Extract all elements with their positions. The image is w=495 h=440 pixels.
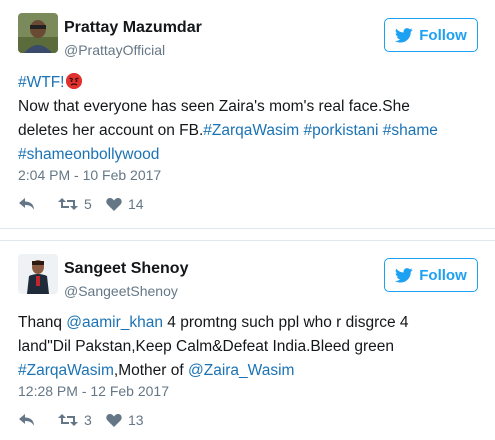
reply-icon [19, 414, 34, 426]
follow-label: Follow [419, 26, 467, 44]
retweet-count: 3 [84, 412, 92, 428]
text-segment: 4 promtng such ppl who r disgrce 4 [163, 314, 409, 331]
reply-button[interactable] [18, 197, 58, 211]
twitter-bird-icon [395, 267, 413, 283]
hashtag-link[interactable]: #shame [383, 122, 438, 139]
tweet-actions: 3 13 [18, 410, 144, 430]
mention-link[interactable]: @Zaira_Wasim [188, 362, 294, 379]
avatar[interactable] [18, 13, 58, 53]
avatar[interactable] [18, 254, 58, 294]
tweet-text-line: land"Dil Pakstan,Keep Calm&Defeat India.… [18, 335, 478, 359]
reply-icon [19, 198, 34, 210]
follow-button[interactable]: Follow [384, 18, 478, 52]
tweet-text-line: #ZarqaWasim,Mother of @Zaira_Wasim [18, 359, 478, 383]
tweet-text: #WTF! Now that everyone has seen Zaira's … [18, 71, 478, 167]
like-button[interactable]: 13 [106, 412, 144, 428]
retweet-button[interactable]: 5 [58, 196, 106, 212]
retweet-count: 5 [84, 196, 92, 212]
tweet-text-line: #WTF! [18, 71, 478, 95]
follow-button[interactable]: Follow [384, 258, 478, 292]
display-name[interactable]: Sangeet Shenoy [64, 260, 188, 278]
heart-icon [106, 197, 122, 211]
tweet-card: Prattay Mazumdar @PrattayOfficial Follow… [0, 0, 495, 229]
hashtag-link[interactable]: #ZarqaWasim [203, 122, 299, 139]
like-count: 13 [128, 412, 144, 428]
display-name[interactable]: Prattay Mazumdar [64, 19, 202, 37]
tweet-text-line: #shameonbollywood [18, 143, 478, 167]
like-button[interactable]: 14 [106, 196, 144, 212]
retweet-icon [58, 198, 78, 210]
retweet-icon [58, 414, 78, 426]
tweet-text-line: deletes her account on FB.#ZarqaWasim #p… [18, 119, 478, 143]
reply-button[interactable] [18, 413, 58, 427]
text-segment: Thanq [18, 314, 67, 331]
tweet-card: Sangeet Shenoy @SangeetShenoy Follow Tha… [0, 240, 495, 440]
tweet-text-line: Thanq @aamir_khan 4 promtng such ppl who… [18, 311, 478, 335]
hashtag-link[interactable]: #WTF! [18, 74, 65, 91]
text-segment: deletes her account on FB. [18, 122, 204, 139]
hashtag-link[interactable]: #ZarqaWasim [18, 362, 114, 379]
like-count: 14 [128, 196, 144, 212]
retweet-button[interactable]: 3 [58, 412, 106, 428]
mention-link[interactable]: @aamir_khan [66, 314, 163, 331]
tweet-actions: 5 14 [18, 194, 144, 214]
text-segment: ,Mother of [113, 362, 188, 379]
hashtag-link[interactable]: #porkistani [303, 122, 378, 139]
text-segment: land"Dil Pakstan,Keep Calm&Defeat India.… [18, 338, 395, 355]
user-handle[interactable]: @PrattayOfficial [64, 42, 165, 58]
angry-face-emoji [65, 73, 82, 89]
heart-icon [106, 413, 122, 427]
tweet-text-line: Now that everyone has seen Zaira's mom's… [18, 95, 478, 119]
text-segment: Now that everyone has seen Zaira's mom's… [18, 98, 410, 115]
tweet-text: Thanq @aamir_khan 4 promtng such ppl who… [18, 311, 478, 383]
timestamp[interactable]: 12:28 PM - 12 Feb 2017 [18, 383, 169, 399]
hashtag-link[interactable]: #shameonbollywood [18, 146, 159, 163]
timestamp[interactable]: 2:04 PM - 10 Feb 2017 [18, 167, 161, 183]
twitter-bird-icon [395, 27, 413, 43]
user-handle[interactable]: @SangeetShenoy [64, 283, 178, 299]
follow-label: Follow [419, 266, 467, 284]
tweet-separator [0, 229, 495, 240]
